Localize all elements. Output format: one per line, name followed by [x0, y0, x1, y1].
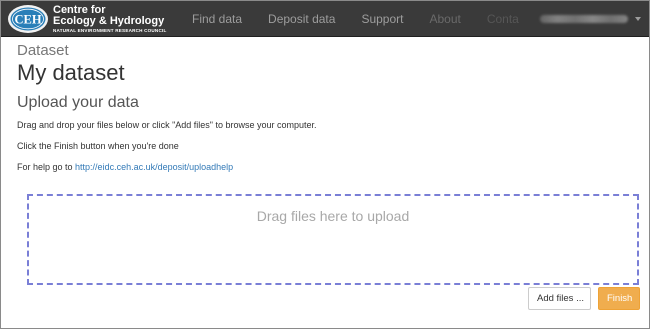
help-prefix: For help go to: [17, 162, 76, 172]
instruction-finish: Click the Finish button when you're done: [17, 141, 179, 151]
page-subtitle: Dataset: [17, 42, 69, 59]
dropzone-text: Drag files here to upload: [256, 208, 410, 224]
help-link[interactable]: http://eidc.ceh.ac.uk/deposit/uploadhelp: [75, 162, 233, 172]
main-nav: Find data Deposit data Support About Con…: [179, 1, 532, 37]
ceh-badge-icon: CEH: [8, 5, 48, 33]
nav-deposit-data[interactable]: Deposit data: [255, 1, 348, 37]
browser-frame: CEH Centre for Ecology & Hydrology NATUR…: [0, 0, 650, 329]
logo-text: Centre for Ecology & Hydrology NATURAL E…: [53, 5, 185, 34]
help-line: For help go to http://eidc.ceh.ac.uk/dep…: [17, 161, 641, 173]
user-menu[interactable]: [540, 1, 641, 37]
ceh-logo[interactable]: CEH Centre for Ecology & Hydrology NATUR…: [7, 4, 185, 34]
logo-line-3: NATURAL ENVIRONMENT RESEARCH COUNCIL: [53, 28, 167, 33]
instruction-drag-drop: Drag and drop your files below or click …: [17, 120, 317, 130]
section-title: Upload your data: [17, 94, 139, 111]
finish-button[interactable]: Finish: [598, 287, 640, 310]
logo-badge-text: CEH: [14, 13, 41, 27]
caret-down-icon: [635, 17, 641, 21]
user-name-redacted: [540, 15, 628, 23]
nav-contact[interactable]: Conta: [474, 1, 532, 37]
nav-find-data[interactable]: Find data: [179, 1, 255, 37]
top-navbar: CEH Centre for Ecology & Hydrology NATUR…: [1, 1, 649, 37]
nav-support[interactable]: Support: [348, 1, 416, 37]
main-content: Dataset My dataset Upload your data Drag…: [17, 41, 641, 173]
upload-dropzone[interactable]: Drag files here to upload: [27, 194, 639, 285]
page-title: My dataset: [17, 60, 125, 85]
add-files-button[interactable]: Add files ...: [528, 287, 591, 310]
logo-line-2: Ecology & Hydrology: [53, 15, 165, 27]
nav-about[interactable]: About: [416, 1, 473, 37]
